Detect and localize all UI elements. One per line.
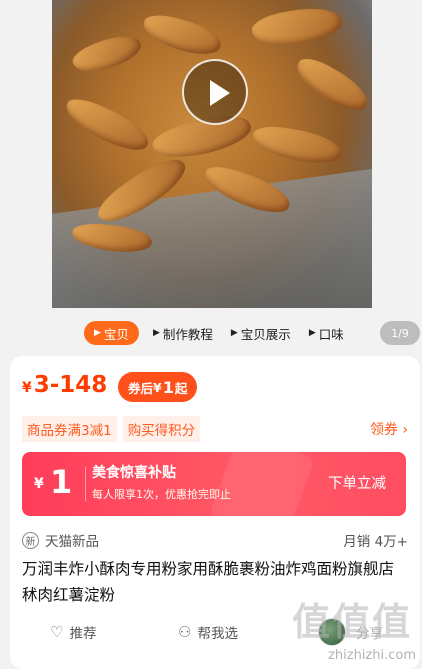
promo-tags: 商品券满3减1 购买得积分	[22, 416, 201, 442]
price-range: ¥ 3-148	[22, 372, 107, 398]
coupon-price-badge[interactable]: 券后 ¥ 1 起	[118, 372, 198, 402]
watermark-url: zhizhizhi.com	[328, 648, 416, 663]
subsidy-cta: 下单立减	[328, 476, 386, 492]
tab-flavor[interactable]: ▶ 口味	[305, 321, 348, 345]
monthly-sales: 月销 4万+	[343, 534, 408, 550]
media-gallery[interactable]	[0, 0, 422, 312]
subsidy-amount: 1	[50, 463, 73, 501]
banner-decoration	[209, 452, 315, 516]
get-coupon-link[interactable]: 领券 ›	[370, 419, 408, 439]
media-counter: 1/9	[380, 321, 420, 345]
subsidy-title: 美食惊喜补贴	[92, 465, 176, 481]
shop-row: 新 天猫新品 月销 4万+	[22, 530, 408, 550]
tab-showcase[interactable]: ▶ 宝贝展示	[227, 321, 295, 345]
price-value: 3-148	[33, 372, 108, 398]
play-triangle-icon: ▶	[230, 328, 238, 338]
food-piece	[69, 28, 145, 80]
subsidy-banner[interactable]: ¥ 1 美食惊喜补贴 每人限享1次，优惠抢完即止 下单立减	[22, 452, 406, 516]
new-badge-icon: 新	[22, 531, 39, 549]
tab-item[interactable]: ▶ 宝贝	[84, 321, 139, 345]
food-piece	[139, 10, 225, 60]
tmall-new-tag[interactable]: 天猫新品	[45, 530, 99, 550]
watermark: 值值值 zhizhizhi.com	[272, 589, 422, 669]
promo-tag-coupon[interactable]: 商品券满3减1	[22, 416, 117, 442]
play-triangle-icon: ▶	[152, 328, 160, 338]
food-piece	[289, 52, 372, 118]
recommend-button[interactable]: ♡ 推荐	[50, 622, 96, 642]
promo-tag-points[interactable]: 购买得积分	[122, 416, 201, 442]
watermark-logo: 值值值	[291, 600, 412, 644]
food-piece	[59, 92, 155, 158]
divider	[85, 467, 86, 501]
help-choose-button[interactable]: ⚇ 帮我选	[178, 622, 238, 642]
media-tabs: ▶ 宝贝 ▶ 制作教程 ▶ 宝贝展示 ▶ 口味	[84, 321, 348, 345]
food-piece	[250, 122, 344, 168]
play-button-icon[interactable]	[182, 59, 248, 125]
play-triangle-icon: ▶	[308, 328, 316, 338]
product-video-thumbnail[interactable]	[52, 0, 372, 308]
subsidy-description: 每人限享1次，优惠抢完即止	[92, 488, 231, 501]
currency-symbol: ¥	[22, 380, 32, 396]
play-triangle-icon: ▶	[94, 328, 101, 338]
tab-tutorial[interactable]: ▶ 制作教程	[149, 321, 217, 345]
food-piece	[249, 2, 345, 52]
heart-icon: ♡	[50, 623, 64, 641]
people-icon: ⚇	[178, 623, 192, 641]
subsidy-currency: ¥	[34, 476, 44, 492]
product-page: ▶ 宝贝 ▶ 制作教程 ▶ 宝贝展示 ▶ 口味 1/9 ¥ 3-148 券后 ¥ 1 起…	[0, 0, 422, 669]
